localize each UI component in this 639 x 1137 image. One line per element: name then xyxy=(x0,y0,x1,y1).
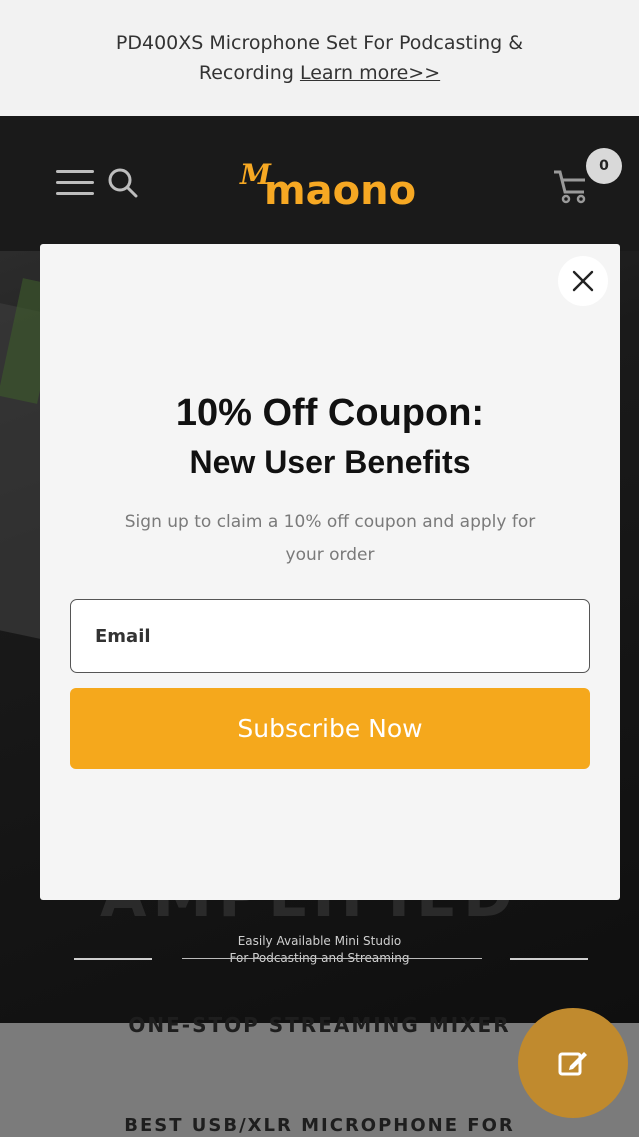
edit-icon xyxy=(558,1052,587,1076)
announcement-bar: PD400XS Microphone Set For Podcasting & … xyxy=(0,0,639,116)
search-icon[interactable] xyxy=(106,166,140,200)
popup-subtitle: New User Benefits xyxy=(189,444,471,480)
coupon-popup: 10% Off Coupon: New User Benefits Sign u… xyxy=(40,244,620,900)
announcement-line-1: PD400XS Microphone Set For Podcasting & xyxy=(115,32,524,54)
close-button[interactable] xyxy=(558,256,608,306)
logo-text: maono xyxy=(264,168,417,214)
cart-icon[interactable] xyxy=(552,166,592,206)
learn-more-link[interactable]: Learn more>> xyxy=(300,62,440,84)
menu-icon[interactable] xyxy=(56,168,94,198)
subscribe-button[interactable]: Subscribe Now xyxy=(70,688,590,769)
announcement-line-2: Recording Learn more>> xyxy=(199,58,440,88)
hero-divider-right xyxy=(510,958,588,960)
floating-edit-button[interactable] xyxy=(518,1008,628,1118)
hero-subtitle-line-1: Easily Available Mini Studio xyxy=(237,934,402,948)
hero-divider-left xyxy=(74,958,152,960)
popup-description: Sign up to claim a 10% off coupon and ap… xyxy=(124,512,536,565)
site-header: M maono 0 xyxy=(0,116,639,251)
close-icon xyxy=(572,270,594,292)
hero-subtitle: Easily Available Mini Studio For Podcast… xyxy=(0,933,639,967)
hero-divider-mid xyxy=(182,958,482,959)
email-field[interactable] xyxy=(70,599,590,673)
announcement-text: Recording xyxy=(198,62,300,84)
section-heading-2: BEST USB/XLR MICROPHONE FOR xyxy=(124,1115,515,1136)
popup-title: 10% Off Coupon: xyxy=(175,392,485,434)
logo[interactable]: M maono xyxy=(236,158,436,218)
cart-count-badge: 0 xyxy=(586,148,622,184)
